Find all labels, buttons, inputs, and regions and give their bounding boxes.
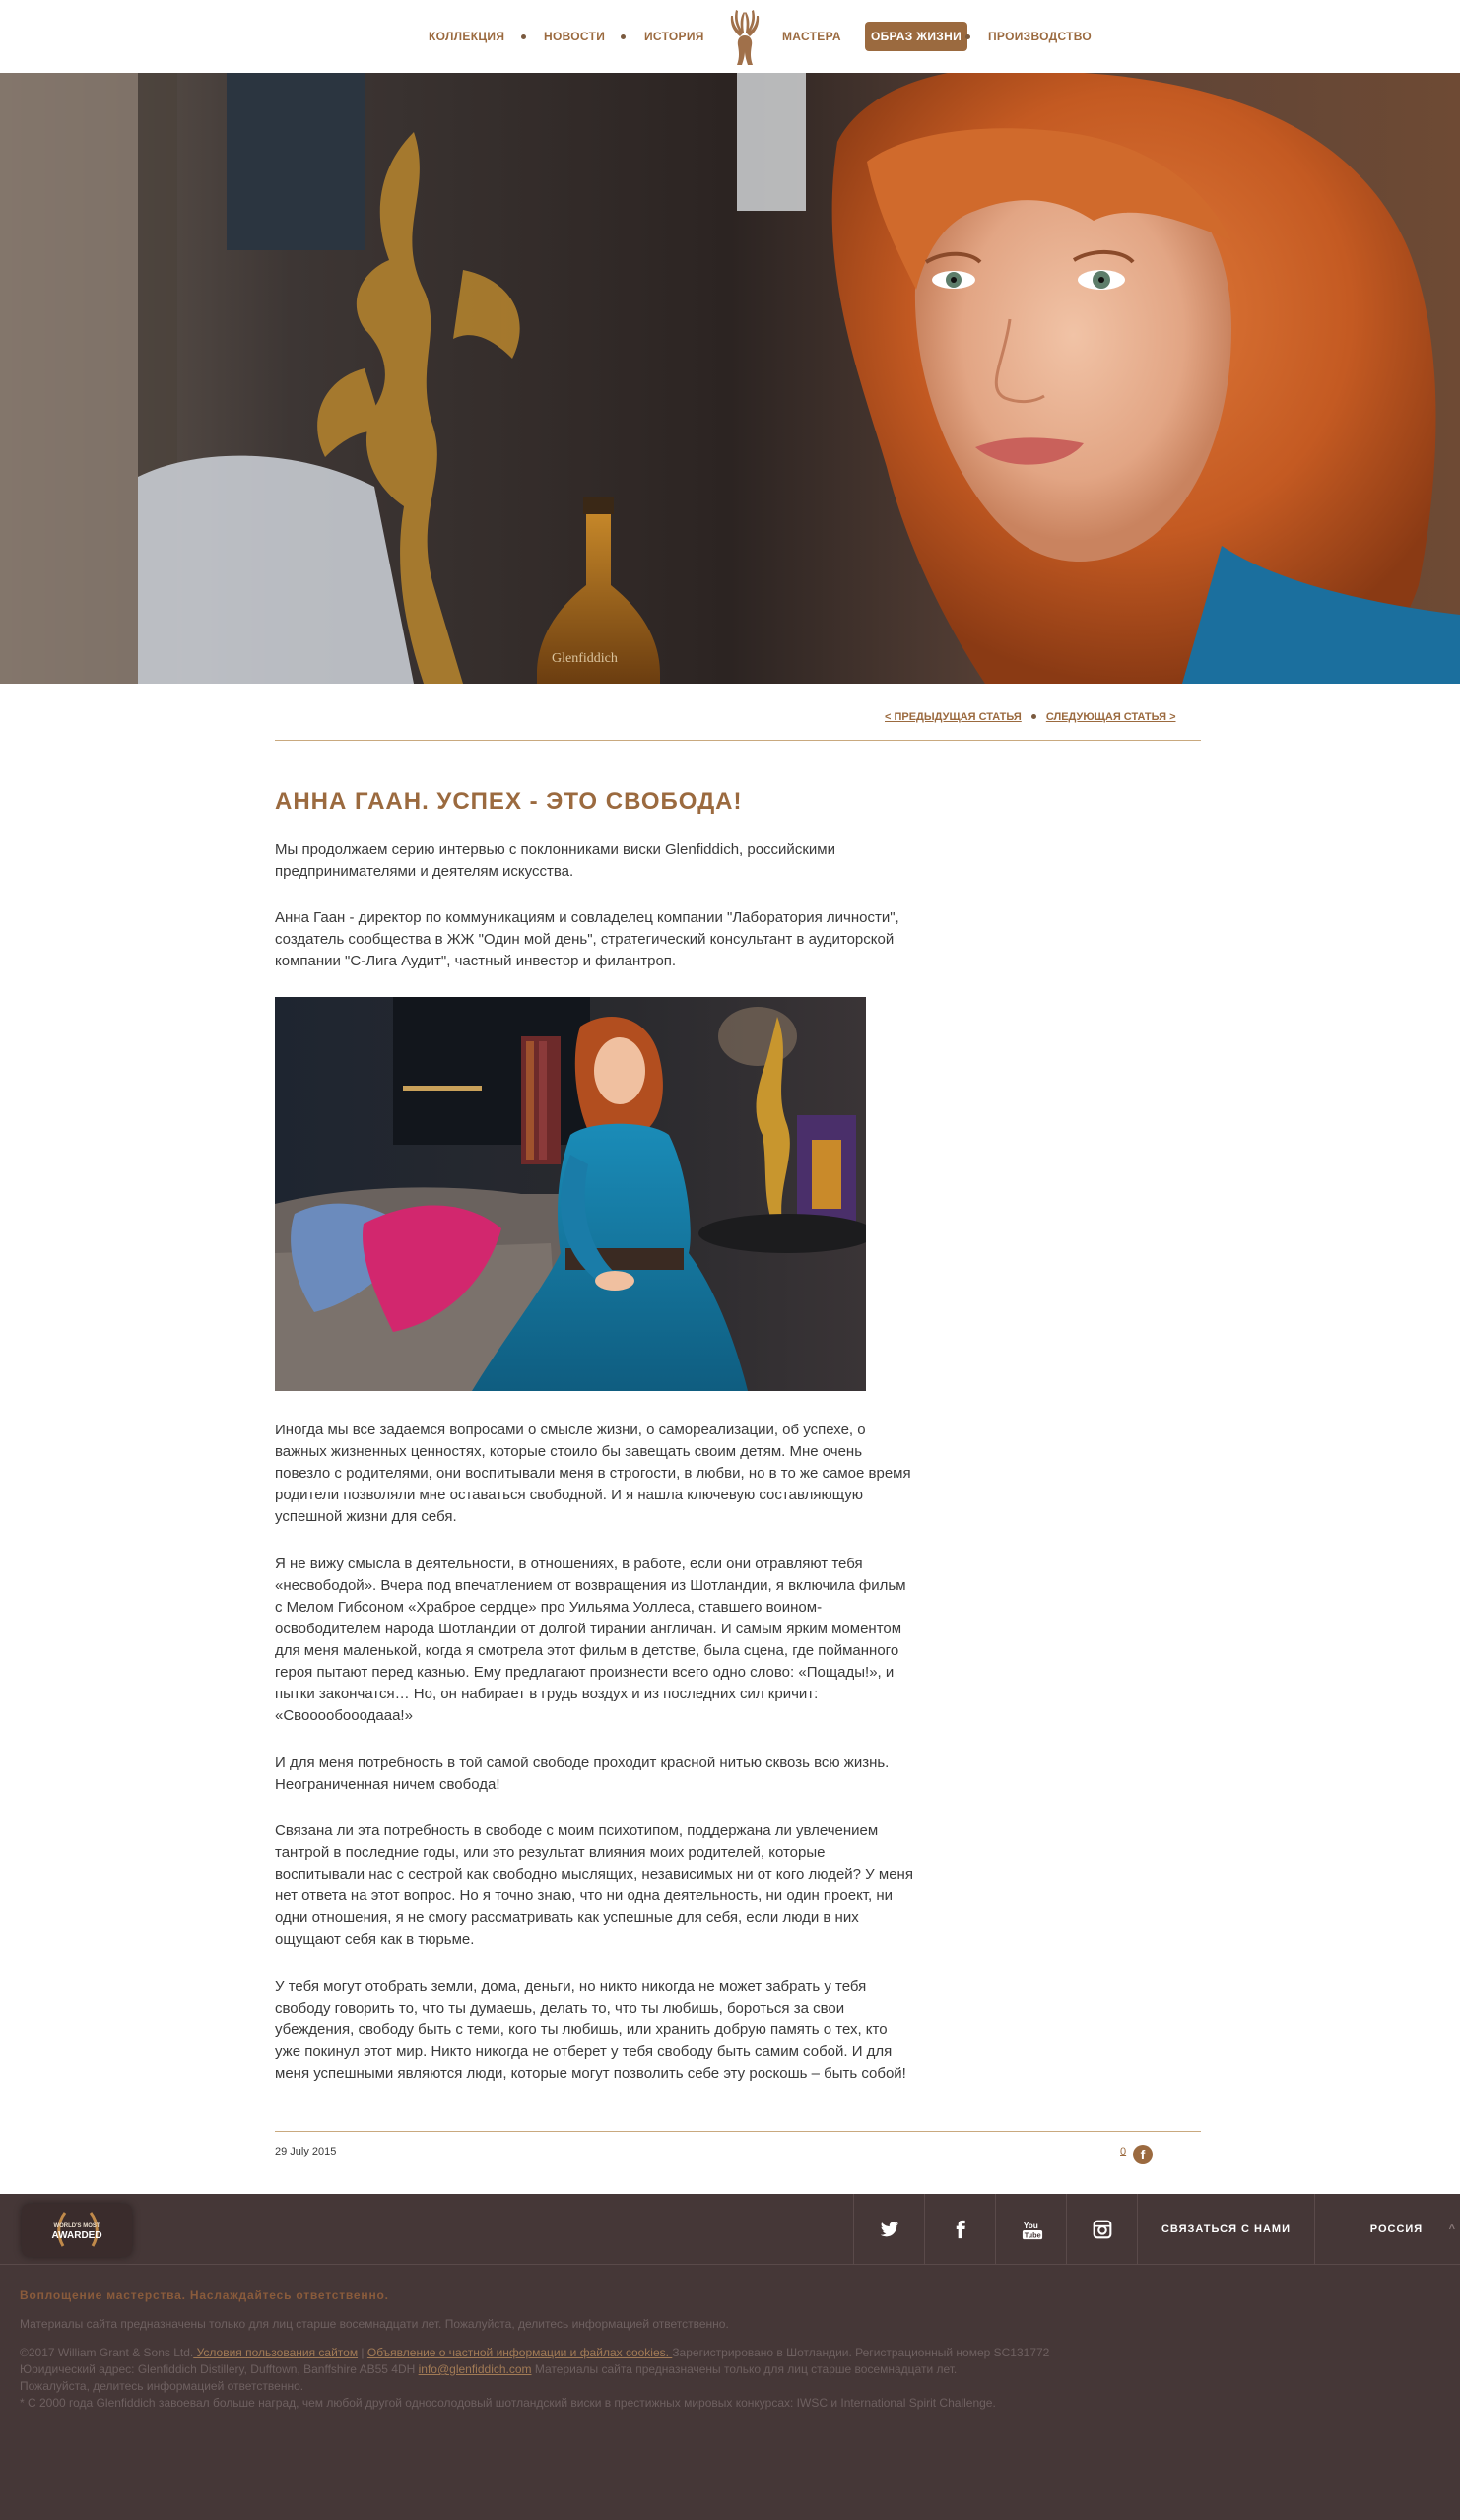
facebook-link[interactable]	[924, 2194, 995, 2265]
article-date: 29 July 2015	[275, 2146, 337, 2157]
award-line1: WORLD'S MOST	[53, 2223, 100, 2229]
footer-motto: Воплощение мастерства. Наслаждайтесь отв…	[20, 2288, 389, 2302]
article-paragraph: Я не вижу смысла в деятельности, в отнош…	[275, 1556, 906, 1724]
top-nav: КОЛЛЕКЦИЯ НОВОСТИ ИСТОРИЯ МАСТЕРА ОБРАЗ …	[0, 0, 1460, 73]
privacy-link[interactable]: Объявление о частной информации и файлах…	[367, 2346, 672, 2359]
responsibility-notice: Пожалуйста, делитесь информацией ответст…	[20, 2379, 304, 2393]
article-intro: Мы продолжаем серию интервью с поклонник…	[275, 841, 835, 880]
footer-bar: WORLD'S MOST AWARDED You Tube СВЯЗАТЬСЯ …	[0, 2194, 1460, 2265]
svg-text:Glenfiddich: Glenfiddich	[552, 651, 618, 666]
article-paragraph: И для меня потребность в той самой свобо…	[275, 1755, 890, 1793]
article-bio: Анна Гаан - директор по коммуникациям и …	[275, 909, 899, 969]
instagram-icon	[1093, 2220, 1112, 2239]
contact-us-link[interactable]: СВЯЗАТЬСЯ С НАМИ	[1137, 2194, 1314, 2265]
hero-image: Glenfiddich	[0, 73, 1460, 684]
facebook-share-icon[interactable]: f	[1133, 2145, 1153, 2164]
article-photo	[275, 997, 866, 1391]
region-label: РОССИЯ	[1369, 2223, 1424, 2235]
twitter-link[interactable]	[853, 2194, 924, 2265]
registration: Зарегистрировано в Шотландии. Регистраци…	[672, 2346, 1050, 2359]
award-line2: AWARDED	[51, 2230, 102, 2241]
nav-separator	[965, 34, 970, 39]
pagination-separator	[1030, 713, 1036, 719]
footer: WORLD'S MOST AWARDED You Tube СВЯЗАТЬСЯ …	[0, 2194, 1460, 2520]
divider	[275, 740, 1201, 741]
article-pagination: < ПРЕДЫДУЩАЯ СТАТЬЯ СЛЕДУЮЩАЯ СТАТЬЯ >	[885, 711, 1176, 723]
nav-separator	[521, 34, 526, 39]
nav-separator	[621, 34, 626, 39]
nav-masters[interactable]: МАСТЕРА	[782, 22, 841, 51]
awards-note: * С 2000 года Glenfiddich завоевал больш…	[20, 2396, 996, 2410]
nav-history[interactable]: ИСТОРИЯ	[644, 22, 704, 51]
divider	[275, 2131, 1201, 2132]
article-paragraph: Связана ли эта потребность в свободе с м…	[275, 1823, 913, 1948]
nav-collection[interactable]: КОЛЛЕКЦИЯ	[429, 22, 504, 51]
twitter-icon	[880, 2222, 899, 2237]
legal-divider: |	[358, 2346, 367, 2359]
award-badge: WORLD'S MOST AWARDED	[22, 2204, 132, 2257]
article-title: АННА ГААН. УСПЕХ - ЭТО СВОБОДА!	[275, 788, 743, 815]
instagram-link[interactable]	[1066, 2194, 1137, 2265]
footer-disclaimer: Материалы сайта предназначены только для…	[20, 2317, 729, 2331]
terms-link[interactable]: Условия пользования сайтом	[193, 2346, 359, 2359]
next-article-link[interactable]: СЛЕДУЮЩАЯ СТАТЬЯ >	[1046, 711, 1176, 723]
legal-address: Юридический адрес: Glenfiddich Distiller…	[20, 2362, 419, 2376]
youtube-icon: You Tube	[1022, 2222, 1043, 2239]
facebook-icon	[956, 2220, 965, 2239]
age-notice: Материалы сайта предназначены только для…	[531, 2362, 958, 2376]
prev-article-link[interactable]: < ПРЕДЫДУЩАЯ СТАТЬЯ	[885, 711, 1022, 723]
youtube-link[interactable]: You Tube	[995, 2194, 1066, 2265]
nav-lifestyle[interactable]: ОБРАЗ ЖИЗНИ	[865, 22, 968, 51]
article-paragraph: Иногда мы все задаемся вопросами о смысл…	[275, 1422, 911, 1525]
region-selector[interactable]: РОССИЯ ^	[1314, 2194, 1460, 2265]
nav-production[interactable]: ПРОИЗВОДСТВО	[988, 22, 1092, 51]
share-count[interactable]: 0	[1120, 2146, 1126, 2157]
chevron-up-icon: ^	[1448, 2223, 1456, 2235]
article-paragraph: У тебя могут отобрать земли, дома, деньг…	[275, 1978, 906, 2082]
svg-text:Tube: Tube	[1025, 2230, 1041, 2239]
stag-logo-icon[interactable]	[720, 6, 769, 67]
footer-legal: ©2017 William Grant & Sons Ltd. Условия …	[20, 2345, 1049, 2412]
nav-news[interactable]: НОВОСТИ	[544, 22, 605, 51]
email-link[interactable]: info@glenfiddich.com	[419, 2362, 532, 2376]
svg-text:You: You	[1024, 2222, 1038, 2230]
copyright: ©2017 William Grant & Sons Ltd.	[20, 2346, 194, 2359]
